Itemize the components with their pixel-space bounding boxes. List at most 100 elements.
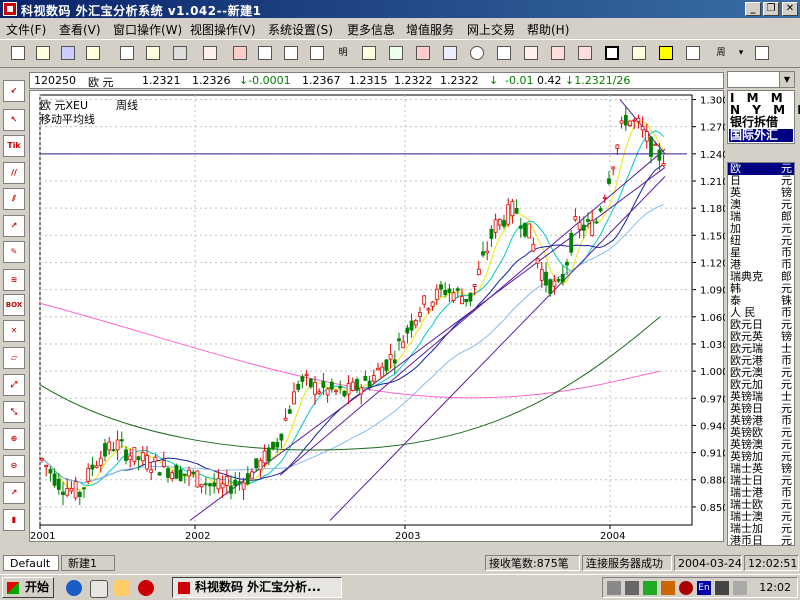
- indicator-icon[interactable]: ↗: [3, 482, 25, 504]
- candle-body: [388, 353, 393, 360]
- data-icon[interactable]: [494, 43, 514, 63]
- parallel-lines-icon[interactable]: //: [3, 162, 25, 184]
- candle-body: [161, 460, 166, 467]
- candle-body: [594, 221, 599, 224]
- candle-body: [40, 458, 44, 461]
- channel-icon[interactable]: ⫽: [3, 188, 25, 210]
- tray-icon-4[interactable]: [661, 581, 675, 595]
- candle-body: [229, 485, 233, 494]
- zoom-in-icon[interactable]: ⊕: [3, 428, 25, 450]
- menu-file[interactable]: 文件(F): [6, 21, 46, 38]
- stock-icon[interactable]: [359, 43, 379, 63]
- candle-body: [287, 409, 292, 414]
- refresh-icon[interactable]: [575, 43, 595, 63]
- candle-body: [636, 117, 641, 122]
- candle-body: [77, 491, 82, 498]
- minimize-button[interactable]: _: [745, 2, 761, 16]
- close-button[interactable]: ✕: [782, 2, 798, 16]
- bar-chart-icon[interactable]: ▮: [3, 509, 25, 531]
- desktop-icon[interactable]: [90, 580, 108, 598]
- help-icon[interactable]: [629, 43, 649, 63]
- menu-view[interactable]: 查看(V): [59, 21, 101, 38]
- panel-icon[interactable]: [602, 43, 622, 63]
- box-icon[interactable]: BOX: [3, 294, 25, 316]
- ie-icon[interactable]: [66, 580, 82, 596]
- trend-icon[interactable]: ↗: [3, 215, 25, 237]
- candle-body: [590, 220, 595, 236]
- outlook-icon[interactable]: [114, 580, 130, 596]
- fib-icon[interactable]: ≋: [3, 269, 25, 291]
- candle-body: [472, 283, 477, 287]
- menu-settings[interactable]: 系统设置(S): [268, 21, 333, 38]
- candle-body: [476, 268, 481, 276]
- tray-icon-5[interactable]: [679, 581, 693, 595]
- period-label[interactable]: 周: [710, 43, 732, 63]
- start-button[interactable]: 开始: [2, 577, 54, 598]
- tool-m-icon[interactable]: [83, 43, 103, 63]
- draw-ray-icon[interactable]: ↖: [3, 109, 25, 131]
- save-icon[interactable]: [58, 43, 78, 63]
- paste-icon[interactable]: [143, 43, 163, 63]
- category-forex[interactable]: 国际外汇: [729, 129, 793, 142]
- menu-value-added[interactable]: 增值服务: [406, 21, 454, 38]
- app-quicklaunch-icon[interactable]: [138, 580, 154, 596]
- chevron-down-icon[interactable]: ▼: [779, 72, 794, 87]
- candle-body: [565, 261, 569, 266]
- taskbar-app-button[interactable]: 科视数码 外汇宝分析...: [172, 577, 342, 598]
- copy-icon[interactable]: [117, 43, 137, 63]
- eraser-icon[interactable]: ▱: [3, 347, 25, 369]
- menu-bar: 文件(F) 查看(V) 窗口操作(W) 视图操作(V) 系统设置(S) 更多信息…: [0, 18, 800, 38]
- menu-more-info[interactable]: 更多信息: [347, 21, 395, 38]
- price-chart[interactable]: 1.3000 1.2700 1.2400 1.2100 1.1800 1.1500 1.12…: [30, 91, 725, 543]
- line-tool-icon[interactable]: [200, 43, 220, 63]
- menu-window[interactable]: 窗口操作(W): [113, 21, 182, 38]
- table-icon[interactable]: [752, 43, 772, 63]
- candle-body: [413, 320, 418, 326]
- open-icon[interactable]: [33, 43, 53, 63]
- buy-sell-icon[interactable]: [548, 43, 568, 63]
- network-icon[interactable]: [733, 581, 747, 595]
- tab-default[interactable]: Default: [3, 555, 59, 571]
- print-icon[interactable]: [170, 43, 190, 63]
- ime-indicator[interactable]: En: [697, 581, 711, 595]
- new-doc-icon[interactable]: [8, 43, 28, 63]
- delete-icon[interactable]: [230, 43, 250, 63]
- draw-line-icon[interactable]: ↙: [3, 80, 25, 102]
- period-dropdown-icon[interactable]: ▾: [734, 43, 748, 63]
- up-arrow-icon[interactable]: [386, 43, 406, 63]
- market-select[interactable]: ▼: [727, 71, 795, 88]
- candle-body: [661, 163, 666, 167]
- candle-body: [329, 381, 334, 390]
- list-icon[interactable]: [307, 43, 327, 63]
- pencil-icon[interactable]: ✎: [3, 241, 25, 263]
- candle-body: [61, 491, 65, 495]
- chart-area-icon[interactable]: ⤡: [3, 401, 25, 423]
- clock-icon[interactable]: [467, 43, 487, 63]
- grid-icon[interactable]: [440, 43, 460, 63]
- tray-icon-3[interactable]: [643, 581, 657, 595]
- tick-icon[interactable]: Tik: [3, 135, 25, 157]
- window-icon[interactable]: [255, 43, 275, 63]
- menu-online-trade[interactable]: 网上交易: [467, 21, 515, 38]
- quote-pct: -0.01: [505, 74, 534, 87]
- candle-body: [338, 385, 343, 389]
- ming-button[interactable]: 明: [333, 43, 353, 63]
- tab-new1[interactable]: 新建1: [61, 555, 115, 571]
- tray-icon-2[interactable]: [625, 581, 639, 595]
- menu-help[interactable]: 帮助(H): [527, 21, 569, 38]
- volume-icon[interactable]: [715, 581, 729, 595]
- currency-list-item[interactable]: 港币日元: [728, 535, 794, 546]
- zoom-out-icon[interactable]: ⊖: [3, 455, 25, 477]
- category-interbank[interactable]: 银行拆借: [730, 116, 778, 128]
- warning-icon[interactable]: [656, 43, 676, 63]
- report-icon[interactable]: [521, 43, 541, 63]
- chart-up-icon[interactable]: ⤢: [3, 374, 25, 396]
- chart-panel[interactable]: 1.3000 1.2700 1.2400 1.2100 1.1800 1.1500 1.12…: [29, 90, 725, 543]
- delete-draw-icon[interactable]: ✕: [3, 320, 25, 342]
- menu-view-ops[interactable]: 视图操作(V): [190, 21, 256, 38]
- window2-icon[interactable]: [281, 43, 301, 63]
- calc-icon[interactable]: [683, 43, 703, 63]
- buy-icon[interactable]: [413, 43, 433, 63]
- tray-icon-1[interactable]: [607, 581, 621, 595]
- restore-button[interactable]: ❐: [763, 2, 779, 16]
